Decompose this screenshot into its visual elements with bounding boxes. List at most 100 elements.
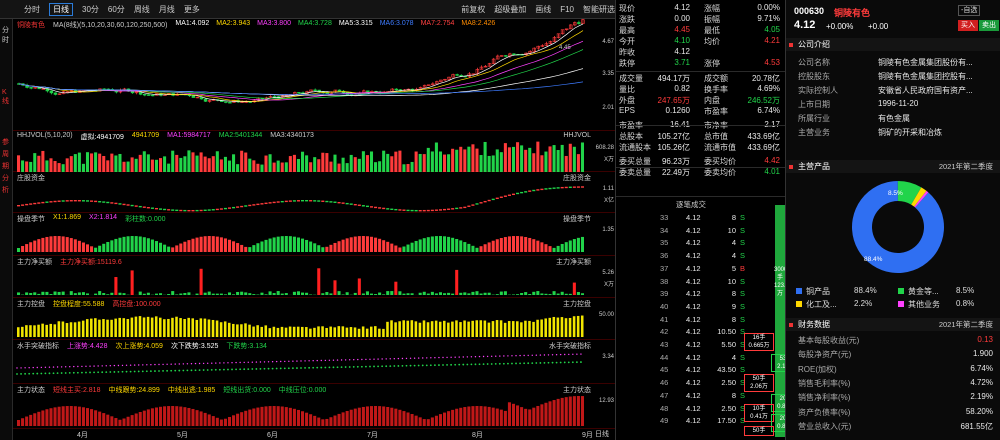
candle-body (147, 94, 151, 96)
panel-value: 操盘季节 (17, 216, 45, 223)
buy-button[interactable]: 买入 (958, 20, 978, 31)
indicator-chart[interactable] (13, 172, 595, 213)
quote-label: 昨收 (619, 48, 635, 57)
volume-bar (402, 164, 406, 172)
flow-mark (524, 191, 528, 193)
finance-value: 2.19% (970, 392, 993, 402)
breakout-dot (531, 354, 533, 356)
left-tab[interactable]: 期 (2, 161, 9, 171)
state-bar (491, 407, 495, 426)
breakout-dot (352, 365, 355, 368)
net-buy-bar (199, 268, 203, 295)
sell-button[interactable]: 卖出 (979, 20, 999, 31)
breakout-panel[interactable]: 水手突破指标 上涨势:4.428 次上涨势:4.059 次下跌势:3.525 下跌势:3… (13, 340, 595, 384)
trade-price: 4.12 (686, 225, 701, 235)
toolbar-button[interactable]: 画线 (535, 4, 551, 15)
season-bar (406, 244, 410, 252)
control-bar (406, 320, 410, 337)
breakout-dot (206, 369, 209, 371)
season-bar (150, 239, 154, 252)
left-tab[interactable]: K线 (2, 89, 12, 106)
period-tab[interactable]: 日线 (49, 2, 73, 16)
season-panel[interactable]: 操盘季节 X1:1.869 X2:1.814 彩柱数:0.000 操盘季节 (13, 213, 595, 256)
breakout-dot (523, 362, 526, 365)
watchlist-button[interactable]: -自选 (958, 5, 981, 16)
kline-panel[interactable]: 铜陵有色 MA(8线)(5,10,20,30,60,120,250,500) M… (13, 19, 595, 131)
control-bar (329, 326, 332, 337)
flow-mark (479, 202, 483, 204)
left-tab[interactable]: 分时 (2, 25, 12, 45)
net-buy-bar (471, 291, 475, 295)
breakout-dot (206, 362, 209, 364)
toolbar-button[interactable]: F10 (560, 5, 574, 14)
control-panel[interactable]: 主力控盘 控盘程度:55.588 高控盘:100.000 主力控盘 (13, 298, 595, 340)
state-bar (292, 408, 296, 426)
product-donut-chart: 88.4% 8.5% (852, 181, 944, 273)
breakout-dot (223, 368, 225, 371)
breakout-dot (348, 366, 351, 368)
volume-panel[interactable]: HHJVOL(5,10,20) 虚拟:4941709 4941709 MA1:5984… (13, 131, 595, 172)
flow-mark (284, 200, 288, 203)
control-bar (341, 326, 345, 337)
flow-mark (272, 201, 276, 204)
flow-mark (69, 200, 73, 202)
period-tab[interactable]: 周线 (134, 4, 150, 15)
net-buy-panel[interactable]: 主力净买额 主力净买额:15119.6 主力净买额 (13, 256, 595, 298)
breakout-dot (519, 354, 521, 357)
breakout-dot (109, 371, 112, 373)
panel-value: 控盘程度:55.588 (53, 301, 105, 308)
breakout-dot (417, 357, 420, 359)
net-buy-bar (564, 293, 568, 295)
company-row: 主营业务 铜矿的开采和冶炼 (786, 127, 1000, 138)
control-bar (438, 321, 442, 337)
panel-value: 水手突破指标 (17, 343, 59, 350)
season-bar (276, 236, 280, 252)
capital-flow-panel[interactable]: 庄股资金 庄股资金 (13, 172, 595, 213)
period-tab[interactable]: 30分 (82, 4, 99, 15)
volume-bar (516, 142, 520, 172)
period-select[interactable]: 2021年第二季度 (939, 160, 993, 173)
volume-bar (471, 144, 475, 172)
trade-side: S (740, 289, 746, 299)
period-tab[interactable]: 60分 (108, 4, 125, 15)
quote-value: 4.12 (674, 47, 690, 56)
net-buy-bar (248, 293, 252, 295)
toolbar-button[interactable]: 智能研选 (583, 4, 615, 15)
left-tab[interactable]: 析 (2, 185, 9, 195)
season-bar (552, 247, 556, 252)
control-bar (560, 317, 564, 337)
left-tab[interactable]: 分 (2, 173, 9, 183)
toolbar-button[interactable]: 前复权 (461, 4, 485, 15)
season-bar (41, 237, 45, 252)
state-panel[interactable]: 主力状态 短线主买:2.818 中线跟势:24.899 中线出逃:1.985 短线出货:… (13, 384, 595, 429)
state-bar (556, 398, 560, 426)
breakout-dot (381, 358, 383, 360)
breakout-dot (551, 354, 554, 356)
breakout-dot (283, 367, 286, 370)
period-select[interactable]: 2021年第二季度 (939, 318, 993, 331)
candlestick-chart[interactable]: 4.45 (13, 19, 595, 131)
panel-label: 水手突破指标 (549, 343, 591, 350)
left-tab[interactable]: 周 (2, 149, 9, 159)
breakout-dot (344, 366, 347, 368)
breakout-dot (284, 360, 286, 363)
trade-row: 41 4.12 8 S (616, 314, 786, 326)
net-buy-bar (361, 293, 365, 295)
volume-bar (41, 150, 45, 172)
state-bar (65, 406, 69, 426)
volume-bar (390, 156, 394, 172)
left-tab[interactable]: 参 (2, 137, 9, 147)
period-tab[interactable]: 更多 (184, 4, 200, 15)
period-tab[interactable]: 月线 (159, 4, 175, 15)
control-bar (540, 319, 543, 337)
toolbar-button[interactable]: 超级叠加 (494, 4, 526, 15)
state-bar (296, 409, 300, 426)
trade-volume: 10.50 (717, 327, 736, 337)
period-tab[interactable]: 分时 (24, 4, 40, 15)
state-bar (418, 417, 422, 426)
state-bar (507, 402, 511, 426)
finance-field: 销售毛利率(%) (798, 378, 851, 388)
season-bar (548, 246, 552, 252)
season-bar (374, 237, 378, 252)
breakout-dot (564, 353, 566, 356)
